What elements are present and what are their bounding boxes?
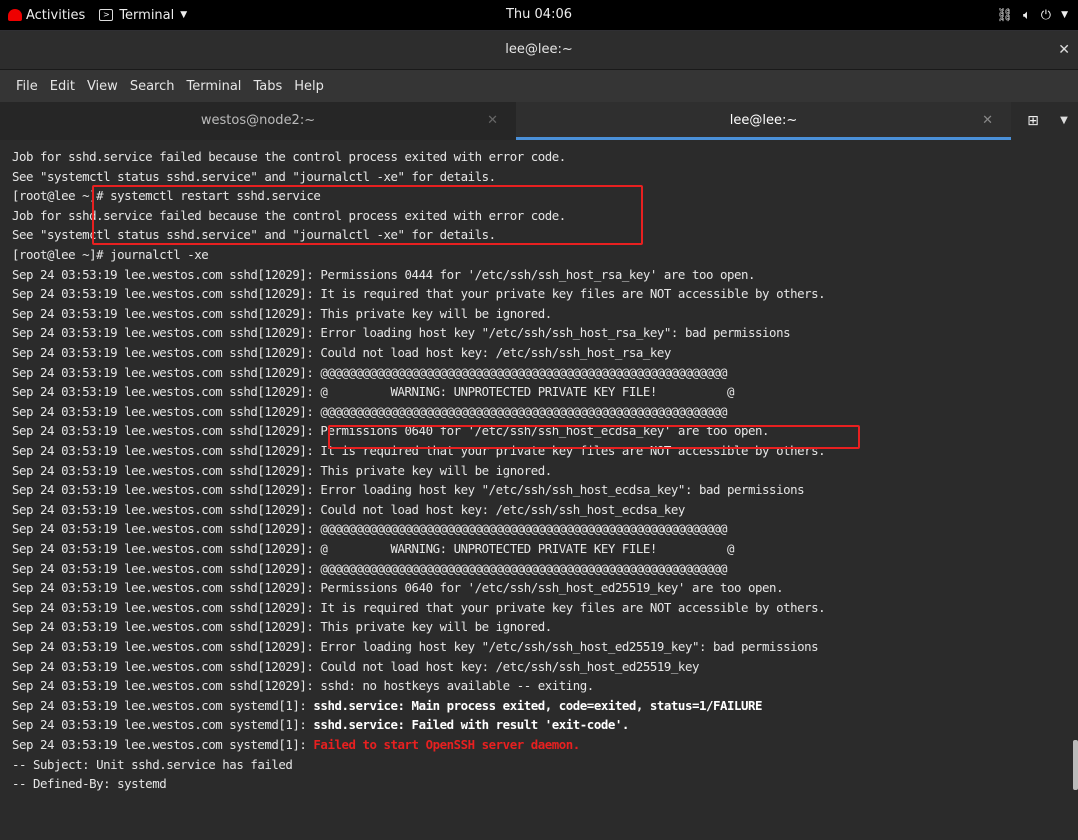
system-menu[interactable]: ⛓ 🔈︎ ⏻ ▼	[996, 0, 1068, 30]
menu-help[interactable]: Help	[294, 79, 324, 94]
desktop-background	[0, 799, 1078, 840]
terminal-line: Sep 24 03:53:19 lee.westos.com sshd[1202…	[12, 364, 727, 380]
menu-terminal[interactable]: Terminal	[186, 79, 241, 94]
terminal-line: Sep 24 03:53:19 lee.westos.com sshd[1202…	[12, 384, 735, 400]
menu-bar: File Edit View Search Terminal Tabs Help	[0, 70, 1078, 102]
terminal-line: Sep 24 03:53:19 lee.westos.com sshd[1202…	[12, 482, 805, 498]
activities-label: Activities	[26, 7, 86, 23]
menu-search[interactable]: Search	[130, 79, 175, 94]
terminal-line: Sep 24 03:53:19 lee.westos.com sshd[1202…	[12, 501, 685, 517]
scrollbar[interactable]	[1073, 740, 1078, 790]
redhat-logo-icon	[8, 9, 22, 21]
activities-button[interactable]: Activities	[8, 8, 85, 23]
clock[interactable]: Thu 04:06	[506, 7, 572, 22]
terminal-line: Sep 24 03:53:19 lee.westos.com sshd[1202…	[12, 599, 826, 615]
terminal-line: See "systemctl status sshd.service" and …	[12, 168, 496, 184]
close-icon[interactable]: ✕	[1058, 31, 1070, 69]
terminal-line: Sep 24 03:53:19 lee.westos.com sshd[1202…	[12, 345, 671, 360]
terminal-line: Sep 24 03:53:19 lee.westos.com sshd[1202…	[12, 286, 826, 302]
terminal-line: Sep 24 03:53:19 lee.westos.com sshd[1202…	[12, 266, 756, 282]
terminal-line: Sep 24 03:53:19 lee.westos.com sshd[1202…	[12, 462, 552, 478]
log-message: sshd.service: Failed with result 'exit-c…	[313, 717, 629, 733]
power-icon: ⏻	[1040, 7, 1052, 23]
terminal-line: Sep 24 03:53:19 lee.westos.com sshd[1202…	[12, 619, 552, 635]
app-menu-button[interactable]: > Terminal ▼	[99, 8, 187, 23]
terminal-output[interactable]: Job for sshd.service failed because the …	[0, 147, 1074, 799]
terminal-icon: >	[99, 9, 114, 21]
terminal-line: Sep 24 03:53:19 lee.westos.com sshd[1202…	[12, 580, 784, 596]
terminal-line: Sep 24 03:53:19 lee.westos.com sshd[1202…	[12, 305, 552, 321]
log-prefix: Sep 24 03:53:19 lee.westos.com systemd[1…	[12, 737, 314, 752]
highlight-box-restart	[92, 185, 643, 245]
terminal-line: Sep 24 03:53:19 lee.westos.com systemd[1…	[12, 735, 580, 755]
gnome-top-bar: Activities > Terminal ▼ Thu 04:06 ⛓ 🔈︎ ⏻…	[0, 0, 1078, 30]
window-title: lee@lee:~	[505, 42, 573, 57]
terminal-line: Sep 24 03:53:19 lee.westos.com sshd[1202…	[12, 403, 727, 419]
new-tab-icon[interactable]: ⊞	[1018, 102, 1048, 140]
terminal-line: Sep 24 03:53:19 lee.westos.com sshd[1202…	[12, 560, 727, 576]
terminal-line: Sep 24 03:53:19 lee.westos.com sshd[1202…	[12, 678, 594, 694]
terminal-line: Sep 24 03:53:19 lee.westos.com sshd[1202…	[12, 325, 791, 341]
terminal-line: Sep 24 03:53:19 lee.westos.com sshd[1202…	[12, 521, 727, 537]
terminal-line: Job for sshd.service failed because the …	[12, 149, 566, 164]
menu-file[interactable]: File	[16, 79, 38, 94]
menu-view[interactable]: View	[87, 79, 118, 94]
terminal-line: -- Subject: Unit sshd.service has failed	[12, 756, 293, 772]
tab-label: westos@node2:~	[200, 113, 316, 128]
terminal-line: Sep 24 03:53:19 lee.westos.com sshd[1202…	[12, 658, 699, 674]
chevron-down-icon: ▼	[1061, 10, 1068, 20]
network-icon: ⛓	[996, 7, 1013, 23]
volume-icon: 🔈︎	[1022, 7, 1031, 23]
terminal-line: Sep 24 03:53:19 lee.westos.com systemd[1…	[12, 696, 763, 716]
chevron-down-icon: ▼	[180, 10, 188, 20]
window-titlebar[interactable]: lee@lee:~ ✕	[0, 31, 1078, 70]
terminal-line: Sep 24 03:53:19 lee.westos.com sshd[1202…	[12, 541, 735, 556]
log-prefix: Sep 24 03:53:19 lee.westos.com systemd[1…	[12, 717, 314, 733]
close-icon[interactable]: ✕	[982, 102, 993, 140]
terminal-line: Sep 24 03:53:19 lee.westos.com systemd[1…	[12, 715, 629, 735]
tab-menu-icon[interactable]: ▼	[1052, 102, 1076, 140]
log-message: Failed to start OpenSSH server daemon.	[313, 737, 580, 752]
log-message: sshd.service: Main process exited, code=…	[313, 697, 763, 713]
terminal-line: [root@lee ~]# journalctl -xe	[12, 247, 209, 262]
terminal-line: Sep 24 03:53:19 lee.westos.com sshd[1202…	[12, 639, 819, 654]
tab-lee[interactable]: lee@lee:~ ✕	[516, 102, 1011, 140]
close-icon[interactable]: ✕	[487, 102, 498, 140]
highlight-box-ecdsa	[328, 425, 860, 449]
terminal-line: -- Defined-By: systemd	[12, 776, 167, 792]
app-menu-label: Terminal	[119, 7, 175, 23]
tab-bar: westos@node2:~ ✕ lee@lee:~ ✕ ⊞ ▼	[0, 102, 1078, 140]
tab-westos-node2[interactable]: westos@node2:~ ✕	[0, 102, 516, 140]
log-prefix: Sep 24 03:53:19 lee.westos.com systemd[1…	[12, 697, 314, 713]
tab-label: lee@lee:~	[729, 113, 798, 128]
menu-tabs[interactable]: Tabs	[253, 79, 282, 94]
menu-edit[interactable]: Edit	[50, 79, 75, 94]
